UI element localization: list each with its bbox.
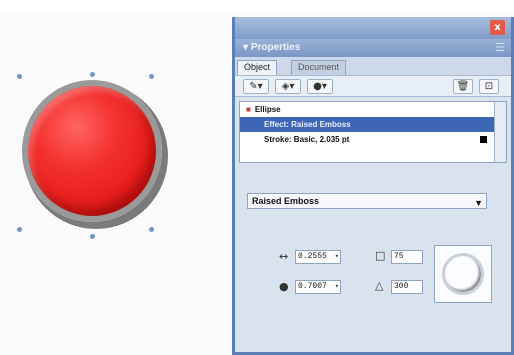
softness-field[interactable]: 0.7007 ▾ (295, 280, 341, 294)
stroke-color-swatch[interactable] (479, 135, 488, 144)
panel-tabs: Object Document (235, 57, 511, 75)
width-icon: ↔ (279, 250, 289, 263)
attribute-list: ■ Ellipse Effect: Raised Emboss Stroke: B… (239, 101, 507, 163)
tab-object[interactable]: Object (237, 60, 278, 75)
opacity-icon: □ (375, 249, 386, 262)
angle-icon: △ (375, 279, 384, 292)
softness-value: 0.7007 (298, 282, 327, 291)
opacity-field[interactable]: 75 (391, 250, 423, 264)
panel-title-text: Properties (250, 42, 301, 53)
effect-tool-button[interactable]: ●▾ (307, 79, 333, 94)
selection-handle-bc[interactable] (90, 234, 95, 239)
selection-handle-tr[interactable] (149, 74, 154, 79)
angle-field[interactable]: 300 (391, 280, 423, 294)
tab-document[interactable]: Document (291, 60, 347, 75)
angle-value: 300 (394, 282, 409, 291)
fill-tool-button[interactable]: ◈▾ (275, 79, 301, 94)
list-item-effect[interactable]: Effect: Raised Emboss (240, 117, 506, 132)
softness-icon: ● (279, 280, 289, 293)
panel-menu-icon[interactable]: ☰ (495, 41, 505, 54)
delete-attribute-icon[interactable]: ⊡ (479, 79, 499, 94)
emboss-preview (434, 245, 492, 303)
list-item-label: Stroke: Basic, 2.035 pt (264, 135, 350, 144)
width-dropdown-icon[interactable]: ▾ (335, 251, 339, 263)
properties-panel: x ▾ Properties ☰ Object Document ✎▾ ◈▾ ●… (232, 17, 514, 355)
selection-handle-br[interactable] (149, 227, 154, 232)
properties-toolbar: ✎▾ ◈▾ ●▾ 🗑 ⊡ (235, 75, 511, 97)
panel-header[interactable]: ▾ Properties ☰ (235, 39, 511, 57)
effect-type-select[interactable]: Raised Emboss ▼ (247, 193, 487, 209)
width-value: 0.2555 (298, 252, 327, 261)
preview-ring (442, 253, 484, 295)
list-item-ellipse[interactable]: ■ Ellipse (240, 102, 506, 117)
selection-handle-bl[interactable] (17, 227, 22, 232)
panel-titlebar[interactable]: x (235, 17, 511, 39)
opacity-value: 75 (394, 252, 404, 261)
panel-title: ▾ Properties (243, 42, 301, 53)
list-item-label: Effect: Raised Emboss (264, 120, 351, 129)
list-scrollbar[interactable] (494, 102, 506, 162)
drawing-canvas[interactable] (0, 12, 232, 355)
selection-handle-tl[interactable] (17, 74, 22, 79)
red-ellipse-button[interactable] (22, 80, 162, 222)
screenshot-stage: x ▾ Properties ☰ Object Document ✎▾ ◈▾ ●… (0, 0, 514, 355)
close-icon[interactable]: x (490, 20, 505, 35)
top-cropped-text (0, 0, 514, 12)
list-item-label: Ellipse (254, 105, 281, 114)
chevron-down-icon[interactable]: ▼ (474, 196, 483, 210)
selection-handle-tc[interactable] (90, 72, 95, 77)
trash-icon[interactable]: 🗑 (453, 79, 473, 94)
effect-select-value: Raised Emboss (252, 196, 320, 206)
width-field[interactable]: 0.2555 ▾ (295, 250, 341, 264)
list-item-stroke[interactable]: Stroke: Basic, 2.035 pt (240, 132, 506, 147)
stroke-tool-button[interactable]: ✎▾ (243, 79, 269, 94)
ellipse-icon: ■ (246, 105, 251, 114)
list-item-extra[interactable] (240, 147, 506, 162)
softness-dropdown-icon[interactable]: ▾ (335, 281, 339, 293)
